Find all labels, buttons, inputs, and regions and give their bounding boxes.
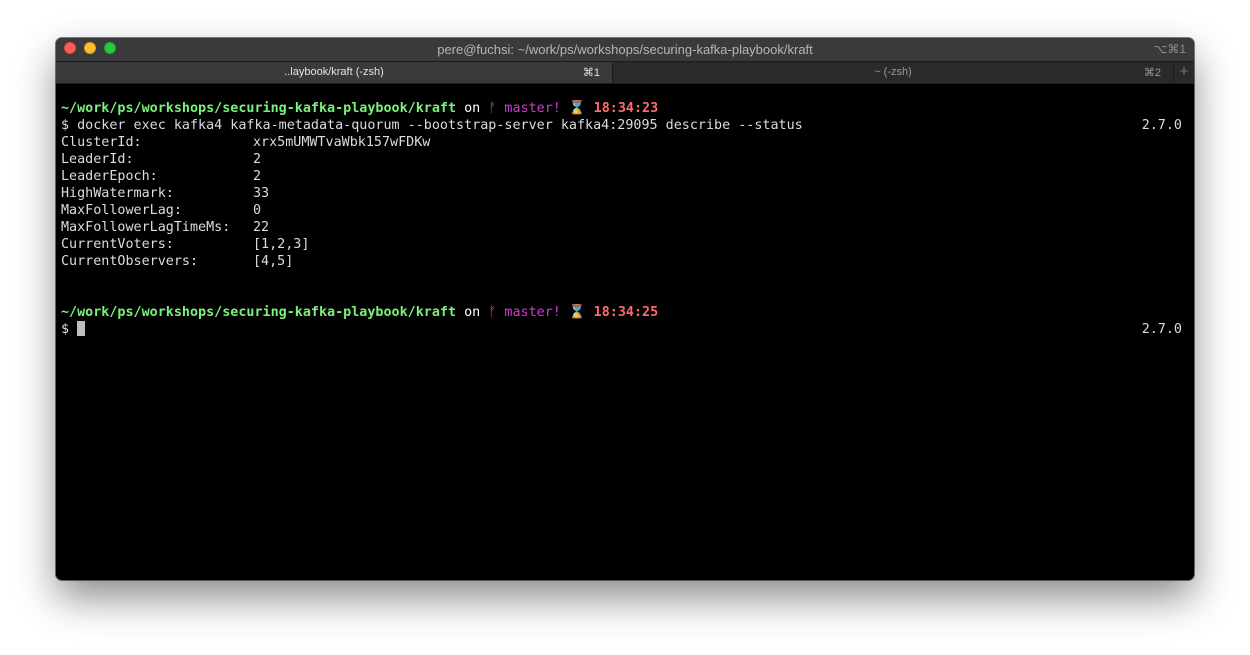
window-title: pere@fuchsi: ~/work/ps/workshops/securin… <box>437 42 813 57</box>
output-value: 33 <box>253 186 270 201</box>
output-row: CurrentObservers: [4,5] <box>61 253 1186 270</box>
output-key: CurrentObservers: <box>61 254 199 269</box>
prompt-time: 18:34:25 <box>593 305 659 320</box>
output-value: 2 <box>253 152 262 167</box>
tab-home[interactable]: ~ (-zsh) ⌘2 <box>613 62 1174 83</box>
prompt-on: on <box>464 101 481 116</box>
tab-shortcut: ⌘2 <box>1143 67 1161 79</box>
command-text: $ docker exec kafka4 kafka-metadata-quor… <box>61 118 803 133</box>
tab-kraft[interactable]: ..laybook/kraft (-zsh) ⌘1 <box>56 62 613 83</box>
output-key: MaxFollowerLag: <box>61 203 182 218</box>
output-row: HighWatermark: 33 <box>61 185 1186 202</box>
text-cursor <box>77 321 86 336</box>
output-key: HighWatermark: <box>61 186 174 201</box>
clock-icon: ⌛ <box>568 101 586 116</box>
git-branch-icon: ᚠ <box>488 305 497 320</box>
right-prompt-version: 2.7.0 <box>1141 118 1182 133</box>
output-row: ClusterId: xrx5mUMWTvaWbk157wFDKw <box>61 134 1186 151</box>
terminal-output[interactable]: ~/work/ps/workshops/securing-kafka-playb… <box>61 100 1186 338</box>
git-branch: master! <box>504 305 561 320</box>
prompt-time: 18:34:23 <box>593 101 659 116</box>
output-value: 22 <box>253 220 270 235</box>
git-branch: master! <box>504 101 561 116</box>
output-value: xrx5mUMWTvaWbk157wFDKw <box>253 135 431 150</box>
input-prompt: $ <box>61 322 78 337</box>
tab-bar: ..laybook/kraft (-zsh) ⌘1 ~ (-zsh) ⌘2 + <box>56 61 1194 84</box>
output-key: ClusterId: <box>61 135 142 150</box>
output-value: 2 <box>253 169 262 184</box>
git-branch-icon: ᚠ <box>488 101 497 116</box>
right-prompt-version: 2.7.0 <box>1141 322 1182 337</box>
output-value: [4,5] <box>253 254 294 269</box>
output-row: MaxFollowerLag: 0 <box>61 202 1186 219</box>
command-line: $ docker exec kafka4 kafka-metadata-quor… <box>61 117 1186 134</box>
prompt-on: on <box>464 305 481 320</box>
prompt-line: ~/work/ps/workshops/securing-kafka-playb… <box>61 304 1186 321</box>
prompt-line: ~/work/ps/workshops/securing-kafka-playb… <box>61 100 1186 117</box>
output-row: CurrentVoters: [1,2,3] <box>61 236 1186 253</box>
output-key: CurrentVoters: <box>61 237 174 252</box>
prompt-path: ~/work/ps/workshops/securing-kafka-playb… <box>61 305 457 320</box>
tab-label: ..laybook/kraft (-zsh) <box>284 66 384 78</box>
output-row: MaxFollowerLagTimeMs: 22 <box>61 219 1186 236</box>
output-key: LeaderId: <box>61 152 134 167</box>
title-bar[interactable]: pere@fuchsi: ~/work/ps/workshops/securin… <box>56 38 1194 61</box>
new-tab-button[interactable]: + <box>1174 62 1194 83</box>
terminal-window: pere@fuchsi: ~/work/ps/workshops/securin… <box>56 38 1194 580</box>
tab-shortcut: ⌘1 <box>582 67 600 79</box>
output-value: 0 <box>253 203 262 218</box>
input-line[interactable]: $ 2.7.0 <box>61 321 1186 338</box>
output-value: [1,2,3] <box>253 237 310 252</box>
window-shortcut: ⌥⌘1 <box>1153 42 1186 56</box>
output-key: MaxFollowerLagTimeMs: <box>61 220 231 235</box>
output-row: LeaderEpoch: 2 <box>61 168 1186 185</box>
output-key: LeaderEpoch: <box>61 169 158 184</box>
clock-icon: ⌛ <box>568 305 586 320</box>
prompt-path: ~/work/ps/workshops/securing-kafka-playb… <box>61 101 457 116</box>
output-row: LeaderId: 2 <box>61 151 1186 168</box>
tab-label: ~ (-zsh) <box>874 66 912 78</box>
